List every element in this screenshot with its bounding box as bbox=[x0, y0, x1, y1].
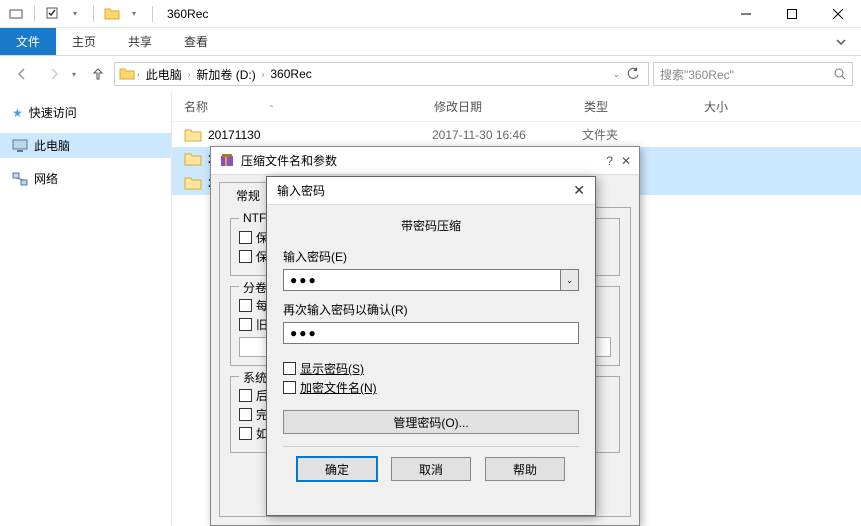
breadcrumb-drive[interactable]: 新加卷 (D:) bbox=[192, 66, 259, 83]
sidebar-item-network[interactable]: 网络 bbox=[0, 166, 171, 191]
confirm-password-label: 再次输入密码以确认(R) bbox=[283, 301, 579, 318]
sidebar-item-this-pc[interactable]: 此电脑 bbox=[0, 133, 171, 158]
breadcrumb-caret[interactable]: › bbox=[137, 70, 140, 79]
checkbox-icon[interactable] bbox=[45, 6, 61, 22]
dialog-title-bar[interactable]: 输入密码 ✕ bbox=[267, 177, 595, 205]
nav-back-button[interactable] bbox=[8, 62, 36, 86]
nav-up-button[interactable] bbox=[86, 62, 110, 86]
folder-icon bbox=[119, 66, 135, 82]
sidebar-label: 快速访问 bbox=[29, 104, 77, 121]
checkbox[interactable] bbox=[239, 427, 252, 440]
breadcrumb-caret[interactable]: › bbox=[188, 70, 191, 79]
close-button[interactable] bbox=[815, 0, 861, 28]
search-icon bbox=[834, 68, 846, 80]
star-icon: ★ bbox=[12, 106, 23, 120]
show-password-checkbox[interactable] bbox=[283, 362, 296, 375]
checkbox[interactable] bbox=[239, 231, 252, 244]
winrar-icon bbox=[219, 153, 241, 169]
folder-icon bbox=[104, 6, 120, 22]
checkbox[interactable] bbox=[239, 299, 252, 312]
search-input[interactable]: 搜索"360Rec" bbox=[653, 62, 853, 86]
column-headers[interactable]: 名称 ⌃ 修改日期 类型 大小 bbox=[172, 92, 861, 122]
dialog-title: 输入密码 bbox=[277, 182, 573, 199]
col-size[interactable]: 大小 bbox=[704, 98, 784, 115]
sort-indicator-icon: ⌃ bbox=[268, 104, 275, 113]
qat-dropdown-icon[interactable]: ▾ bbox=[126, 6, 142, 22]
minimize-button[interactable] bbox=[723, 0, 769, 28]
checkbox[interactable] bbox=[239, 318, 252, 331]
sidebar-label: 此电脑 bbox=[34, 137, 70, 154]
search-placeholder: 搜索"360Rec" bbox=[660, 66, 734, 83]
ribbon-tab-home[interactable]: 主页 bbox=[56, 28, 112, 55]
organize-passwords-button[interactable]: 管理密码(O)... bbox=[283, 410, 579, 434]
folder-icon bbox=[184, 175, 208, 191]
col-type[interactable]: 类型 bbox=[584, 98, 704, 115]
window-title-bar: ▾ ▾ 360Rec bbox=[0, 0, 861, 28]
breadcrumb-folder[interactable]: 360Rec bbox=[266, 67, 315, 81]
sidebar: ★ 快速访问 此电脑 网络 bbox=[0, 92, 172, 525]
dialog-title: 压缩文件名和参数 bbox=[241, 152, 606, 169]
divider bbox=[93, 6, 94, 22]
dialog-close-button[interactable]: ✕ bbox=[621, 154, 631, 168]
cancel-button[interactable]: 取消 bbox=[391, 457, 471, 481]
file-name: 20171130 bbox=[208, 128, 432, 142]
control-box-icon[interactable] bbox=[8, 6, 24, 22]
window-title: 360Rec bbox=[167, 7, 208, 21]
breadcrumb-caret[interactable]: › bbox=[262, 70, 265, 79]
divider bbox=[34, 6, 35, 22]
dialog-title-bar[interactable]: 压缩文件名和参数 ? ✕ bbox=[211, 147, 639, 175]
ribbon-expand-icon[interactable] bbox=[821, 28, 861, 55]
password-label: 输入密码(E) bbox=[283, 248, 579, 265]
col-name[interactable]: 名称 bbox=[184, 100, 208, 114]
refresh-icon[interactable] bbox=[626, 67, 640, 81]
checkbox[interactable] bbox=[239, 250, 252, 263]
network-icon bbox=[12, 172, 28, 186]
ribbon-tab-view[interactable]: 查看 bbox=[168, 28, 224, 55]
address-dropdown-icon[interactable]: ⌄ bbox=[612, 69, 620, 80]
show-password-label: 显示密码(S) bbox=[300, 360, 364, 377]
encrypt-filenames-label: 加密文件名(N) bbox=[300, 379, 377, 396]
ribbon: 文件 主页 共享 查看 bbox=[0, 28, 861, 56]
divider bbox=[152, 6, 153, 22]
checkbox[interactable] bbox=[239, 389, 252, 402]
help-button[interactable]: 帮助 bbox=[485, 457, 565, 481]
breadcrumb-root[interactable]: 此电脑 bbox=[142, 66, 186, 83]
password-dropdown-button[interactable]: ⌄ bbox=[560, 269, 579, 291]
address-bar[interactable]: › 此电脑 › 新加卷 (D:) › 360Rec ⌄ bbox=[114, 62, 649, 86]
encrypt-filenames-checkbox[interactable] bbox=[283, 381, 296, 394]
file-type: 文件夹 bbox=[582, 126, 702, 143]
pc-icon bbox=[12, 139, 28, 153]
dialog-heading: 带密码压缩 bbox=[283, 217, 579, 234]
ribbon-tab-file[interactable]: 文件 bbox=[0, 28, 56, 55]
checkbox[interactable] bbox=[239, 408, 252, 421]
file-date: 2017-11-30 16:46 bbox=[432, 128, 582, 142]
nav-history-dropdown[interactable]: ▾ bbox=[72, 70, 76, 79]
folder-icon bbox=[184, 151, 208, 167]
password-dialog: 输入密码 ✕ 带密码压缩 输入密码(E) ●●● ⌄ 再次输入密码以确认(R) … bbox=[266, 176, 596, 516]
sidebar-label: 网络 bbox=[34, 170, 58, 187]
ribbon-tab-share[interactable]: 共享 bbox=[112, 28, 168, 55]
dialog-help-button[interactable]: ? bbox=[606, 154, 613, 168]
address-bar-row: ▾ › 此电脑 › 新加卷 (D:) › 360Rec ⌄ 搜索"360Rec" bbox=[0, 56, 861, 92]
dialog-close-button[interactable]: ✕ bbox=[573, 182, 585, 199]
col-date[interactable]: 修改日期 bbox=[434, 98, 584, 115]
nav-forward-button[interactable] bbox=[40, 62, 68, 86]
qat-dropdown-icon[interactable]: ▾ bbox=[67, 6, 83, 22]
folder-icon bbox=[184, 127, 208, 143]
sidebar-item-quick-access[interactable]: ★ 快速访问 bbox=[0, 100, 171, 125]
confirm-password-input[interactable]: ●●● bbox=[283, 322, 579, 344]
password-input[interactable]: ●●● bbox=[283, 269, 560, 291]
file-row[interactable]: 20171130 2017-11-30 16:46 文件夹 bbox=[172, 122, 861, 147]
maximize-button[interactable] bbox=[769, 0, 815, 28]
ok-button[interactable]: 确定 bbox=[297, 457, 377, 481]
